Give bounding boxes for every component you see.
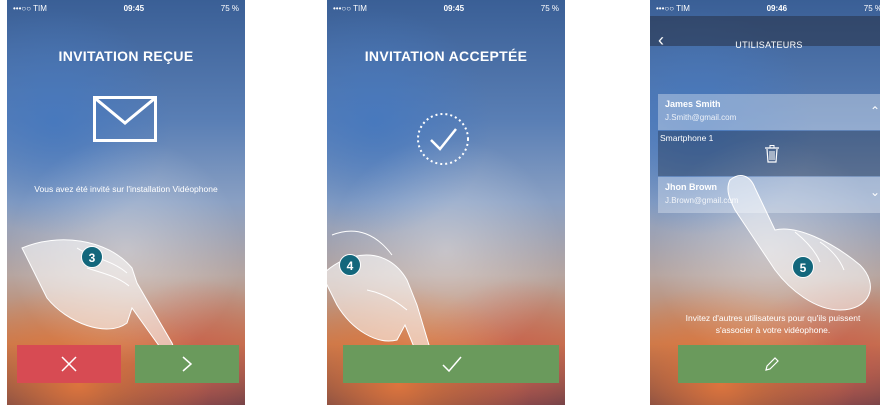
user-email: J.Smith@gmail.com bbox=[665, 113, 737, 122]
user-card[interactable]: James Smith J.Smith@gmail.com ⌃ bbox=[658, 94, 880, 130]
chevron-right-icon bbox=[182, 356, 193, 372]
step-badge: 3 bbox=[81, 246, 103, 268]
status-bar: •••○○ TIM 09:46 75 % bbox=[650, 0, 880, 16]
step-badge: 4 bbox=[339, 254, 361, 276]
page-title: INVITATION REÇUE bbox=[58, 48, 194, 64]
status-bar: •••○○ TIM 09:45 75 % bbox=[7, 0, 245, 16]
accept-button[interactable] bbox=[135, 345, 239, 383]
pencil-icon bbox=[765, 357, 779, 371]
step-badge: 5 bbox=[792, 256, 814, 278]
clock: 09:45 bbox=[443, 3, 465, 13]
user-name: James Smith bbox=[665, 99, 721, 109]
checkmark-circle-icon bbox=[417, 113, 469, 165]
chevron-up-icon[interactable]: ⌃ bbox=[870, 104, 880, 118]
phone-screen-users: •••○○ TIM 09:46 75 % ‹ UTILISATEURS Jame… bbox=[650, 0, 880, 405]
page-title: UTILISATEURS bbox=[735, 40, 803, 50]
checkmark-icon bbox=[442, 356, 462, 373]
confirm-button[interactable] bbox=[343, 345, 559, 383]
battery: 75 % bbox=[863, 3, 880, 13]
battery: 75 % bbox=[540, 3, 559, 13]
phone-screen-invitation-accepted: •••○○ TIM 09:45 75 % INVITATION ACCEPTÉE… bbox=[327, 0, 565, 405]
carrier: •••○○ TIM bbox=[656, 3, 690, 13]
decline-button[interactable] bbox=[17, 345, 121, 383]
envelope-icon bbox=[93, 96, 157, 142]
invite-button[interactable] bbox=[678, 345, 866, 383]
status-bar: •••○○ TIM 09:45 75 % bbox=[327, 0, 565, 16]
device-name: Smartphone 1 bbox=[660, 133, 714, 143]
trash-icon[interactable] bbox=[764, 145, 780, 163]
user-name: Jhon Brown bbox=[665, 182, 717, 192]
page-title: INVITATION ACCEPTÉE bbox=[364, 48, 528, 64]
close-icon bbox=[61, 356, 77, 372]
phone-screen-invitation-received: •••○○ TIM 09:45 75 % INVITATION REÇUE Vo… bbox=[7, 0, 245, 405]
clock: 09:45 bbox=[123, 3, 145, 13]
hand-pointer-icon bbox=[727, 175, 871, 311]
clock: 09:46 bbox=[766, 3, 788, 13]
invite-message: Invitez d'autres utilisateurs pour qu'il… bbox=[685, 313, 861, 335]
invitation-message: Vous avez été invité sur l'installation … bbox=[34, 184, 218, 194]
carrier: •••○○ TIM bbox=[13, 3, 47, 13]
carrier: •••○○ TIM bbox=[333, 3, 367, 13]
battery: 75 % bbox=[220, 3, 239, 13]
